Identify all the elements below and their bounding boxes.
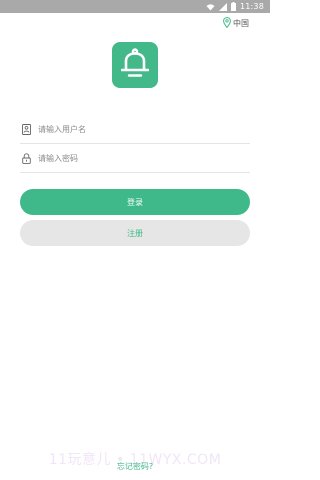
battery-icon [230,2,236,11]
status-time: 11:38 [239,2,264,11]
forgot-password-link[interactable]: 忘记密码? [0,461,270,472]
bell-icon [120,48,150,82]
password-input[interactable] [38,154,250,163]
password-field[interactable] [20,145,250,173]
lock-icon [21,153,31,165]
wifi-icon [206,3,215,11]
username-input[interactable] [38,125,250,134]
register-button[interactable]: 注册 [20,220,250,246]
username-field[interactable] [20,116,250,144]
app-logo [112,42,158,88]
location-selector[interactable]: 中国 [223,16,249,30]
login-button[interactable]: 登录 [20,189,250,215]
signal-icon [218,2,227,11]
id-card-icon [21,124,31,136]
status-bar: 11:38 [0,0,270,13]
map-pin-icon [223,16,231,30]
location-label: 中国 [233,18,249,28]
